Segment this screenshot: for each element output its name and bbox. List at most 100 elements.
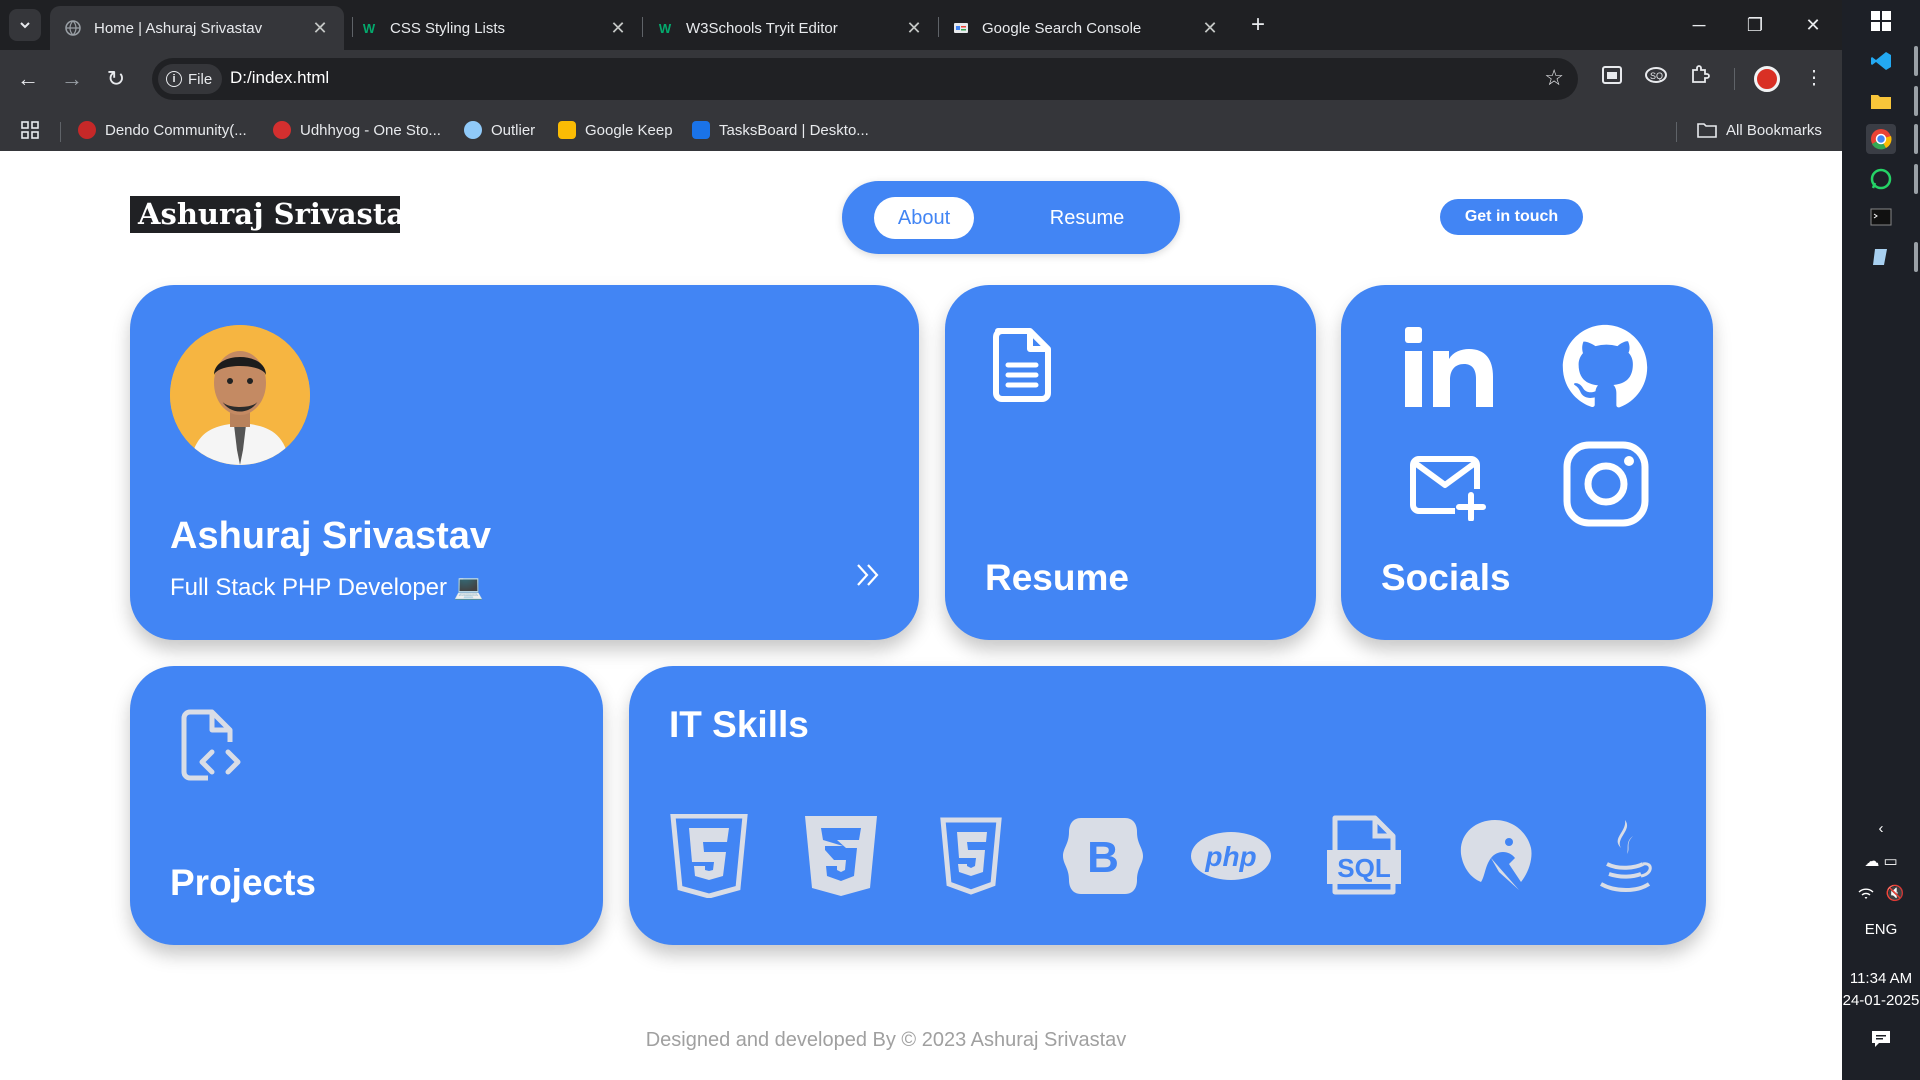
address-bar[interactable]: i File D:/index.html ☆ [152, 58, 1578, 100]
projects-card[interactable]: Projects [130, 666, 603, 945]
mariadb-icon[interactable] [1451, 814, 1535, 898]
url-text[interactable]: D:/index.html [230, 68, 329, 88]
bookmark-outlier[interactable]: Outlier [464, 118, 535, 142]
github-icon[interactable] [1561, 323, 1649, 411]
get-in-touch-button[interactable]: Get in touch [1440, 199, 1583, 235]
notifications-icon[interactable] [1842, 1030, 1920, 1052]
profile-name: Ashuraj Srivastav [170, 515, 492, 557]
wifi-mute-icons[interactable]: 🔇 [1842, 884, 1920, 902]
site-info-chip[interactable]: i File [158, 64, 223, 94]
new-tab-button[interactable]: + [1244, 12, 1272, 40]
all-bookmarks-button[interactable]: All Bookmarks [1697, 118, 1822, 142]
extensions-icon[interactable] [1684, 63, 1716, 95]
skills-card: IT Skills B php SQL [629, 666, 1706, 945]
reading-mode-icon[interactable] [1596, 63, 1628, 95]
folder-icon [1697, 123, 1717, 138]
bookmark-label: TasksBoard | Deskto... [719, 121, 869, 139]
bookmark-separator [60, 122, 61, 142]
file-explorer-icon[interactable] [1866, 86, 1896, 116]
running-indicator [1914, 164, 1918, 194]
running-indicator [1914, 124, 1918, 154]
w3schools-icon: W [362, 20, 376, 36]
notepad-icon[interactable] [1866, 242, 1896, 272]
browser-toolbar: ← → ↻ i File D:/index.html ☆ SQ ⋮ [0, 50, 1842, 108]
bookmark-label: Dendo Community(... [105, 121, 247, 139]
windows-taskbar: ‹ ☁ ▭ 🔇 ENG 11:34 AM 24-01-2025 [1842, 0, 1920, 1080]
windows-start-icon[interactable] [1866, 6, 1896, 36]
tab-css-lists[interactable]: W CSS Styling Lists ✕ [346, 6, 642, 50]
css3-icon[interactable] [799, 814, 883, 898]
minimize-button[interactable]: ─ [1670, 8, 1728, 42]
html5-outline-icon[interactable] [929, 814, 1013, 898]
forward-button[interactable]: → [56, 63, 88, 95]
seo-extension-icon[interactable]: SQ [1640, 63, 1672, 95]
bookmark-star-icon[interactable]: ☆ [1544, 65, 1564, 91]
dendo-icon [78, 121, 96, 139]
svg-text:B: B [1087, 833, 1119, 882]
menu-icon[interactable]: ⋮ [1798, 63, 1830, 95]
close-tab-icon[interactable]: ✕ [904, 18, 924, 39]
close-tab-icon[interactable]: ✕ [1200, 18, 1220, 39]
tray-expand-icon[interactable]: ‹ [1842, 820, 1920, 837]
linkedin-icon[interactable] [1403, 327, 1495, 409]
tasksboard-icon [692, 121, 710, 139]
bookmark-label: Udhhyog - One Sto... [300, 121, 441, 139]
sql-icon[interactable]: SQL [1321, 814, 1405, 898]
document-icon [993, 328, 1051, 402]
nav-about-button[interactable]: About [874, 197, 974, 239]
instagram-icon[interactable] [1563, 441, 1649, 527]
tab-search-button[interactable] [9, 9, 41, 41]
terminal-icon[interactable] [1866, 202, 1896, 232]
bookmark-dendo[interactable]: Dendo Community(... [78, 118, 247, 142]
site-brand-logo[interactable]: Ashuraj Srivastav [130, 196, 400, 233]
clock-date[interactable]: 24-01-2025 [1842, 992, 1920, 1009]
skills-card-title: IT Skills [669, 704, 809, 745]
apps-grid-icon[interactable] [20, 118, 40, 142]
socials-card-title: Socials [1381, 557, 1511, 598]
chevron-down-icon [20, 22, 30, 29]
back-button[interactable]: ← [12, 63, 44, 95]
svg-text:SQL: SQL [1337, 853, 1391, 883]
reload-button[interactable]: ↻ [100, 63, 132, 95]
profile-card[interactable]: Ashuraj Srivastav Full Stack PHP Develop… [130, 285, 919, 640]
bookmark-udhhyog[interactable]: Udhhyog - One Sto... [273, 118, 441, 142]
toolbar-separator [1734, 68, 1735, 90]
html5-icon[interactable] [667, 814, 751, 898]
bookmark-label: Outlier [491, 121, 536, 139]
bookmark-google-keep[interactable]: Google Keep [558, 118, 673, 142]
chrome-icon[interactable] [1866, 124, 1896, 154]
tab-title: CSS Styling Lists [390, 19, 506, 37]
close-tab-icon[interactable]: ✕ [310, 18, 330, 39]
footer-text: Designed and developed By © 2023 Ashuraj… [645, 1029, 1127, 1051]
tab-home[interactable]: Home | Ashuraj Srivastav ✕ [50, 6, 344, 50]
vscode-icon[interactable] [1866, 46, 1896, 76]
search-console-icon [952, 19, 970, 37]
close-window-button[interactable]: ✕ [1784, 8, 1842, 42]
running-indicator [1914, 46, 1918, 76]
tab-tryit-editor[interactable]: W W3Schools Tryit Editor ✕ [642, 6, 938, 50]
svg-text:SQ: SQ [1650, 71, 1663, 81]
google-keep-icon [558, 121, 576, 139]
language-indicator[interactable]: ENG [1842, 921, 1920, 938]
clock-time[interactable]: 11:34 AM [1842, 970, 1920, 987]
java-icon[interactable] [1581, 814, 1665, 898]
profile-avatar[interactable] [1754, 66, 1780, 92]
tab-strip: Home | Ashuraj Srivastav ✕ W CSS Styling… [0, 0, 1842, 50]
outlier-icon [464, 121, 482, 139]
browser-window: Home | Ashuraj Srivastav ✕ W CSS Styling… [0, 0, 1842, 151]
whatsapp-icon[interactable] [1866, 164, 1896, 194]
double-chevron-right-icon[interactable] [854, 561, 882, 589]
mail-plus-icon[interactable] [1409, 455, 1487, 521]
onedrive-battery-icons[interactable]: ☁ ▭ [1842, 852, 1920, 870]
bootstrap-icon[interactable]: B [1061, 814, 1145, 898]
nav-resume-button[interactable]: Resume [1032, 197, 1142, 239]
bookmark-tasksboard[interactable]: TasksBoard | Deskto... [692, 118, 869, 142]
tab-title: Home | Ashuraj Srivastav [94, 19, 263, 37]
restore-button[interactable]: ❐ [1726, 8, 1784, 42]
close-tab-icon[interactable]: ✕ [608, 18, 628, 39]
tab-search-console[interactable]: Google Search Console ✕ [938, 6, 1234, 50]
globe-icon [64, 19, 82, 37]
w3schools-icon: W [658, 20, 672, 36]
php-icon[interactable]: php [1189, 814, 1273, 898]
resume-card[interactable]: Resume [945, 285, 1316, 640]
